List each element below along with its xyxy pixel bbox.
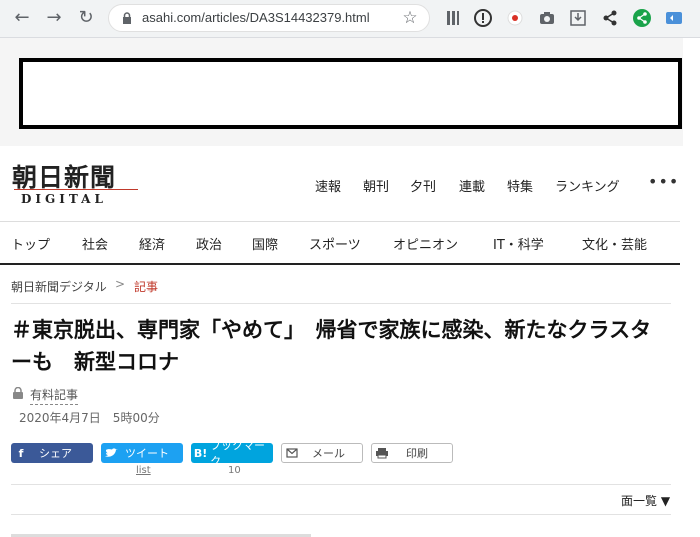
category-international[interactable]: 国際 <box>252 234 278 253</box>
hatena-icon: B! <box>193 446 208 460</box>
tweet-button[interactable]: ツイート <box>101 443 183 463</box>
share-icon[interactable] <box>600 8 620 28</box>
paid-article-label[interactable]: 有料記事 <box>30 386 79 405</box>
facebook-share-button[interactable]: f シェア <box>11 443 93 463</box>
tweet-label: ツイート <box>125 447 169 460</box>
mail-button[interactable]: メール <box>281 443 363 463</box>
record-icon[interactable] <box>505 8 525 28</box>
forward-icon[interactable]: → <box>42 6 66 30</box>
extension-icon[interactable] <box>664 8 684 28</box>
camera-icon[interactable] <box>537 8 557 28</box>
topnav-evening[interactable]: 夕刊 <box>410 176 436 195</box>
download-icon[interactable] <box>568 8 588 28</box>
category-economy[interactable]: 経済 <box>139 234 165 253</box>
mail-icon <box>286 448 298 458</box>
twitter-icon <box>105 448 118 457</box>
reload-icon[interactable]: ↻ <box>74 6 98 30</box>
print-label: 印刷 <box>406 447 428 460</box>
site-logo-sub[interactable]: DIGITAL <box>21 192 107 206</box>
mail-label: メール <box>312 447 345 460</box>
divider <box>11 303 671 304</box>
library-icon[interactable] <box>443 8 463 28</box>
topnav-series[interactable]: 連載 <box>459 176 485 195</box>
category-politics[interactable]: 政治 <box>196 234 222 253</box>
breadcrumb-separator: > <box>115 277 126 291</box>
hatena-count: 10 <box>228 465 241 476</box>
hatena-bookmark-button[interactable]: B! ブックマーク <box>191 439 273 468</box>
divider <box>0 263 680 265</box>
print-icon <box>376 448 388 459</box>
article-date: 2020年4月7日 5時00分 <box>19 411 160 425</box>
url-text[interactable]: asahi.com/articles/DA3S14432379.html <box>142 10 370 25</box>
article-headline: ＃東京脱出、専門家「やめて」 帰省で家族に感染、新たなクラスターも 新型コロナ <box>11 318 652 374</box>
topnav-morning[interactable]: 朝刊 <box>363 176 389 195</box>
category-society[interactable]: 社会 <box>82 234 108 253</box>
ad-placeholder <box>19 58 682 129</box>
share-label: シェア <box>39 447 72 460</box>
more-icon[interactable]: ••• <box>648 172 679 191</box>
breadcrumb-home[interactable]: 朝日新聞デジタル <box>11 278 107 295</box>
green-share-icon[interactable] <box>632 8 652 28</box>
category-culture[interactable]: 文化・芸能 <box>582 234 647 253</box>
back-icon[interactable]: ← <box>10 6 34 30</box>
category-sports[interactable]: スポーツ <box>309 234 361 253</box>
divider <box>0 221 680 222</box>
alert-icon[interactable] <box>473 8 493 28</box>
hatena-label: ブックマーク <box>210 439 266 468</box>
category-it-science[interactable]: IT・科学 <box>493 234 544 253</box>
paid-lock-icon <box>13 387 23 399</box>
divider <box>11 514 671 515</box>
print-button[interactable]: 印刷 <box>371 443 453 463</box>
tweet-count[interactable]: list <box>136 465 151 476</box>
lock-icon <box>123 12 131 24</box>
logo-divider <box>14 189 138 190</box>
divider <box>11 484 671 485</box>
category-opinion[interactable]: オピニオン <box>393 234 458 253</box>
topnav-features[interactable]: 特集 <box>507 176 533 195</box>
topnav-breaking[interactable]: 速報 <box>315 176 341 195</box>
topnav-ranking[interactable]: ランキング <box>555 176 620 195</box>
page-list-toggle[interactable]: 面一覧 ▼ <box>621 492 670 509</box>
facebook-icon: f <box>18 446 24 460</box>
category-top[interactable]: トップ <box>11 234 50 253</box>
bookmark-star-icon[interactable]: ☆ <box>398 6 422 30</box>
breadcrumb-current: 記事 <box>134 280 159 294</box>
